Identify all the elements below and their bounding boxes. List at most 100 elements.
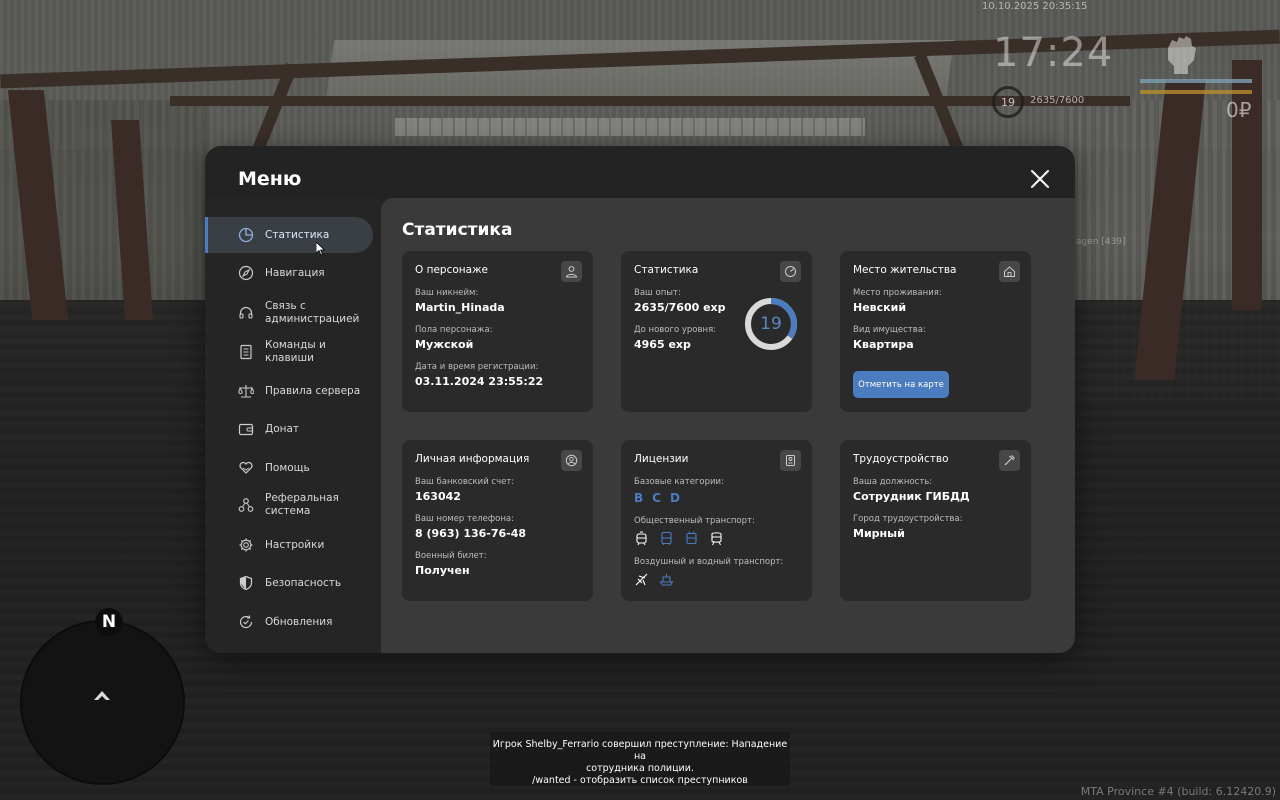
- close-icon[interactable]: [1027, 166, 1053, 192]
- card-title: Лицензии: [634, 453, 689, 465]
- field-label: Воздушный и водный транспорт:: [634, 557, 784, 567]
- card-title: Статистика: [634, 264, 699, 276]
- player-nametag: agen [439]: [1076, 237, 1126, 247]
- trolleybus-icon: [686, 531, 697, 545]
- sidebar-item-label: Реферальная система: [265, 492, 339, 517]
- roof-vent: [395, 118, 865, 136]
- field-label: Ваш никнейм:: [415, 288, 479, 298]
- card-icon-button: [780, 261, 801, 282]
- player-arrow-icon: [94, 691, 110, 700]
- employment-card: Трудоустройство Ваша должность: Сотрудни…: [840, 440, 1031, 601]
- field-label: Город трудоустройства:: [853, 514, 963, 524]
- mark-on-map-button[interactable]: Отметить на карте: [853, 371, 949, 398]
- health-bar: [1140, 79, 1252, 83]
- field-label: Вид имущества:: [853, 325, 926, 335]
- hud-level-badge: 19: [992, 86, 1024, 118]
- residence-card: Место жительства Место проживания: Невск…: [840, 251, 1031, 412]
- card-title: Место жительства: [853, 264, 957, 276]
- field-label: Ваша должность:: [853, 477, 933, 487]
- sidebar-item-label: Настройки: [265, 538, 325, 551]
- hud-money: 0₽: [1226, 98, 1252, 122]
- sidebar-item-label: Команды и клавиши: [265, 339, 326, 364]
- sidebar-item-navigation[interactable]: Навигация: [205, 255, 373, 291]
- page-title: Статистика: [402, 220, 513, 240]
- notification-line: Игрок Shelby_Ferrario совершил преступле…: [492, 739, 788, 762]
- sidebar-item-label: Связь с администрацией: [265, 300, 360, 325]
- card-icon-button: [780, 450, 801, 471]
- card-title: О персонаже: [415, 264, 489, 276]
- character-card: О персонаже Ваш никнейм: Martin_Hinada П…: [402, 251, 593, 412]
- referral-icon: [238, 498, 254, 512]
- license-category: D: [669, 491, 680, 505]
- position-value: Сотрудник ГИБДД: [853, 490, 970, 503]
- card-title: Личная информация: [415, 453, 530, 465]
- sidebar-item-commands[interactable]: Команды и клавиши: [205, 334, 373, 370]
- armor-bar: [1140, 90, 1252, 94]
- build-info: MTA Province #4 (build: 6.12420.9): [1080, 785, 1276, 798]
- bus-icon: [661, 531, 672, 545]
- sidebar-item-rules[interactable]: Правила сервера: [205, 373, 373, 409]
- license-categories: B C D: [634, 491, 799, 505]
- field-label: Ваш банковский счет:: [415, 477, 515, 487]
- property-type-value: Квартира: [853, 338, 914, 351]
- tram-icon: [636, 531, 647, 546]
- field-label: Ваш номер телефона:: [415, 514, 514, 524]
- field-label: Место проживания:: [853, 288, 942, 298]
- sidebar-item-label: Правила сервера: [265, 384, 361, 397]
- personal-info-card: Личная информация Ваш банковский счет: 1…: [402, 440, 593, 601]
- public-transport-licenses: [634, 531, 799, 546]
- sidebar-item-donate[interactable]: Донат: [205, 411, 373, 447]
- gauge-icon: [785, 266, 796, 277]
- document-icon: [240, 344, 252, 360]
- air-water-licenses: [634, 572, 799, 587]
- field-label: Пола персонажа:: [415, 325, 493, 335]
- card-icon-button: [561, 450, 582, 471]
- sidebar: Статистика Навигация Связь с администрац…: [205, 198, 381, 653]
- menu-window: Меню Статистика Навигация Связь с админи…: [205, 146, 1075, 653]
- sidebar-item-support[interactable]: Связь с администрацией: [205, 295, 373, 331]
- card-title: Трудоустройство: [853, 453, 949, 465]
- user-icon: [565, 266, 578, 278]
- sidebar-item-security[interactable]: Безопасность: [205, 565, 373, 601]
- hud-exp: 2635/7600: [1030, 95, 1085, 106]
- hud-clock: 17:24: [993, 30, 1114, 76]
- minimap-north-indicator: N: [95, 608, 123, 636]
- license-icon: [786, 455, 795, 466]
- metro-icon: [711, 532, 722, 546]
- refresh-icon: [239, 615, 253, 629]
- mouse-cursor-icon: [316, 242, 326, 256]
- license-category: B: [634, 491, 644, 505]
- work-city-value: Мирный: [853, 527, 905, 540]
- bank-account-value: 163042: [415, 490, 461, 503]
- card-icon-button: [561, 261, 582, 282]
- licenses-card: Лицензии Базовые категории: B C D Общест…: [621, 440, 812, 601]
- nickname-value: Martin_Hinada: [415, 301, 505, 314]
- headset-icon: [239, 306, 253, 319]
- crime-notification: Игрок Shelby_Ferrario совершил преступле…: [490, 732, 790, 786]
- sidebar-item-label: Помощь: [265, 461, 310, 474]
- hud-datetime: 10.10.2025 20:35:15: [982, 1, 1088, 12]
- sidebar-item-label: Навигация: [265, 266, 325, 279]
- sidebar-item-help[interactable]: Помощь: [205, 450, 373, 486]
- field-label: Базовые категории:: [634, 477, 724, 487]
- roof-beam: [170, 96, 1130, 106]
- phone-value: 8 (963) 136-76-48: [415, 527, 527, 540]
- sidebar-item-referral[interactable]: Реферальная система: [205, 487, 373, 523]
- card-icon-button: [999, 450, 1020, 471]
- field-label: Военный билет:: [415, 551, 487, 561]
- boat-icon: [659, 574, 674, 586]
- sidebar-item-updates[interactable]: Обновления: [205, 604, 373, 640]
- hammer-icon: [1004, 455, 1015, 466]
- gender-value: Мужской: [415, 338, 474, 351]
- pie-chart-icon: [238, 227, 254, 243]
- profile-circle-icon: [565, 454, 578, 467]
- sidebar-item-statistics[interactable]: Статистика: [205, 217, 373, 253]
- field-label: Общественный транспорт:: [634, 516, 755, 526]
- notification-line: сотрудника полиции.: [586, 763, 694, 774]
- card-icon-button: [999, 261, 1020, 282]
- sidebar-item-label: Обновления: [265, 615, 333, 628]
- sidebar-item-label: Статистика: [265, 228, 330, 241]
- sidebar-item-settings[interactable]: Настройки: [205, 527, 373, 563]
- wallet-icon: [238, 423, 254, 436]
- scales-icon: [238, 385, 254, 398]
